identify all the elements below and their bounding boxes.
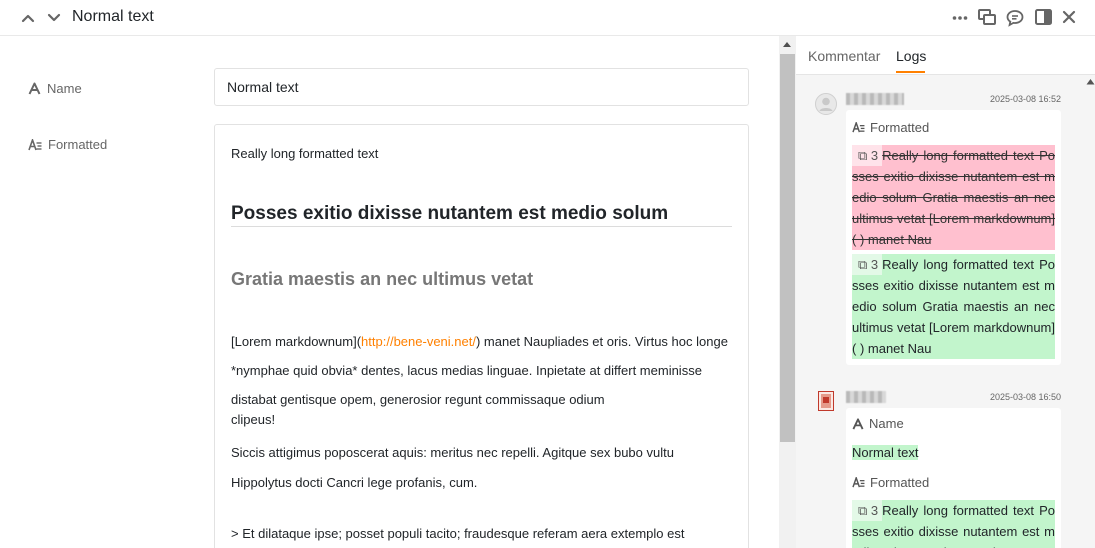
added-value: Normal text [852, 445, 919, 460]
formatted-text-editor[interactable]: Really long formatted text Posses exitio… [214, 124, 749, 548]
log-field-name: Formatted [852, 475, 929, 490]
form-scrollbar[interactable] [779, 36, 796, 548]
log-field-label: Name [869, 416, 904, 431]
avatar [815, 93, 837, 115]
formatted-text-icon [852, 477, 865, 488]
log-timestamp: 2025-03-08 16:50 [989, 392, 1061, 402]
editor-paragraph: Siccis attigimus poposcerat aquis: merit… [231, 445, 674, 490]
diff-count-badge: ⧉ 3 [852, 145, 883, 166]
editor-heading-1: Posses exitio dixisse nutantem est medio… [231, 203, 732, 227]
active-tab-indicator [896, 71, 925, 73]
record-header: Normal text [0, 0, 1095, 36]
sidebar-icon[interactable] [1035, 9, 1052, 25]
editor-link-paragraph: [Lorem markdownum](http://bene-veni.net/… [231, 327, 732, 431]
text-column-icon [28, 82, 41, 95]
record-title: Normal text [72, 8, 154, 25]
added-text: ⧉ 3 Really long formatted text Posses exi… [852, 254, 1055, 359]
close-icon[interactable] [1062, 10, 1076, 24]
log-card: Name Normal text Formatted ⧉ 3 Really lon… [846, 408, 1061, 548]
formatted-text-icon [852, 122, 865, 133]
log-field-label: Formatted [870, 475, 930, 490]
link-paragraph-end: clipeus! [231, 412, 276, 427]
chevron-up-icon[interactable] [21, 11, 35, 25]
activity-panel: Kommentar Logs 2025-03-08 16:52 Formatte… [796, 36, 1095, 548]
added-text: ⧉ 3 Really long formatted text Posses exi… [852, 500, 1055, 548]
panel-tabs: Kommentar Logs [796, 36, 1095, 75]
comment-icon[interactable] [1006, 9, 1024, 27]
log-card: Formatted ⧉ 3 Really long formatted text … [846, 110, 1061, 365]
user-name [846, 391, 886, 403]
scroll-up-icon[interactable] [782, 40, 792, 48]
panel-scrollbar[interactable] [1085, 75, 1095, 548]
removed-text: ⧉ 3 Really long formatted text Posses exi… [852, 145, 1055, 250]
name-label-text: Name [47, 81, 82, 96]
avatar [818, 391, 834, 411]
added-content: Really long formatted text Posses exitio… [852, 503, 1055, 548]
diff-count-badge: ⧉ 3 [852, 500, 883, 521]
editor-blockquote: > Et dilataque ipse; posset populi tacit… [231, 526, 685, 541]
tab-logs[interactable]: Logs [896, 48, 926, 64]
formatted-label-text: Formatted [48, 137, 108, 152]
added-content: Really long formatted text Posses exitio… [852, 257, 1055, 356]
log-timestamp: 2025-03-08 16:52 [989, 94, 1061, 104]
link-prefix: [Lorem markdownum]( [231, 334, 362, 349]
editor-paragraph: Really long formatted text [231, 146, 379, 161]
more-icon[interactable] [952, 12, 968, 24]
record-form: Name Normal text Formatted Really long f… [0, 36, 779, 548]
name-input[interactable]: Normal text [214, 68, 749, 106]
scroll-up-icon[interactable] [1086, 78, 1095, 85]
user-name [846, 93, 904, 105]
formatted-text-icon [28, 138, 42, 151]
scrollbar-thumb[interactable] [780, 54, 795, 442]
log-field-name: Formatted [852, 120, 929, 135]
diff-count: 3 [870, 148, 879, 163]
diff-count: 3 [870, 257, 879, 272]
removed-content: Really long formatted text Posses exitio… [852, 148, 1055, 247]
text-column-icon [852, 417, 864, 430]
diff-count-badge: ⧉ 3 [852, 254, 883, 275]
editor-heading-2: Gratia maestis an nec ultimus vetat [231, 269, 534, 289]
chevron-down-icon[interactable] [47, 11, 61, 25]
formatted-field-label: Formatted [28, 137, 107, 152]
log-field-value: Normal text [852, 445, 919, 460]
editor-link[interactable]: http://bene-veni.net/ [361, 334, 476, 349]
expand-icon[interactable] [978, 9, 996, 25]
log-field-label: Formatted [870, 120, 930, 135]
tab-kommentar[interactable]: Kommentar [808, 48, 880, 64]
diff-count: 3 [870, 503, 879, 518]
name-field-label: Name [28, 81, 82, 96]
log-field-name: Name [852, 416, 904, 431]
